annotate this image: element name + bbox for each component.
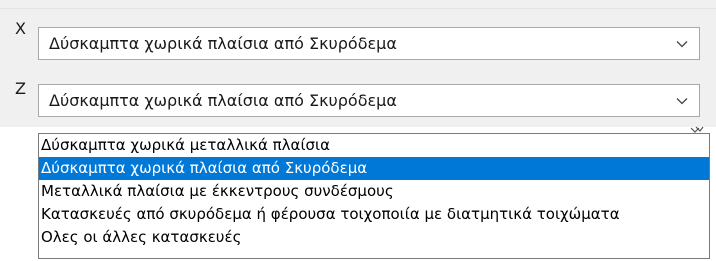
dropdown-option[interactable]: Δύσκαμπτα χωρικά μεταλλικά πλαίσια bbox=[39, 134, 709, 157]
x-axis-combobox[interactable]: Δύσκαμπτα χωρικά πλαίσια από Σκυρόδεμα bbox=[38, 27, 700, 60]
z-axis-combobox-value: Δύσκαμπτα χωρικά πλαίσια από Σκυρόδεμα bbox=[49, 91, 397, 110]
dropdown-option[interactable]: Κατασκευές από σκυρόδεμα ή φέρουσα τοιχο… bbox=[39, 203, 709, 226]
dropdown-option[interactable]: Ολες οι άλλες κατασκευές bbox=[39, 226, 709, 249]
x-axis-label: X bbox=[15, 19, 26, 38]
dropdown-option-selected[interactable]: Δύσκαμπτα χωρικά πλαίσια από Σκυρόδεμα bbox=[39, 157, 709, 180]
z-axis-combobox[interactable]: Δύσκαμπτα χωρικά πλαίσια από Σκυρόδεμα bbox=[38, 84, 700, 117]
mouse-cursor-icon bbox=[690, 126, 704, 133]
chevron-down-icon[interactable] bbox=[675, 37, 689, 51]
chevron-down-icon[interactable] bbox=[675, 94, 689, 108]
z-axis-label: Z bbox=[15, 79, 26, 98]
dropdown-option[interactable]: Μεταλλικά πλαίσια με έκκεντρους συνδέσμο… bbox=[39, 180, 709, 203]
panel-top-strip bbox=[0, 0, 716, 9]
x-axis-combobox-value: Δύσκαμπτα χωρικά πλαίσια από Σκυρόδεμα bbox=[49, 34, 397, 53]
dropdown-list[interactable]: Δύσκαμπτα χωρικά μεταλλικά πλαίσια Δύσκα… bbox=[38, 133, 710, 259]
